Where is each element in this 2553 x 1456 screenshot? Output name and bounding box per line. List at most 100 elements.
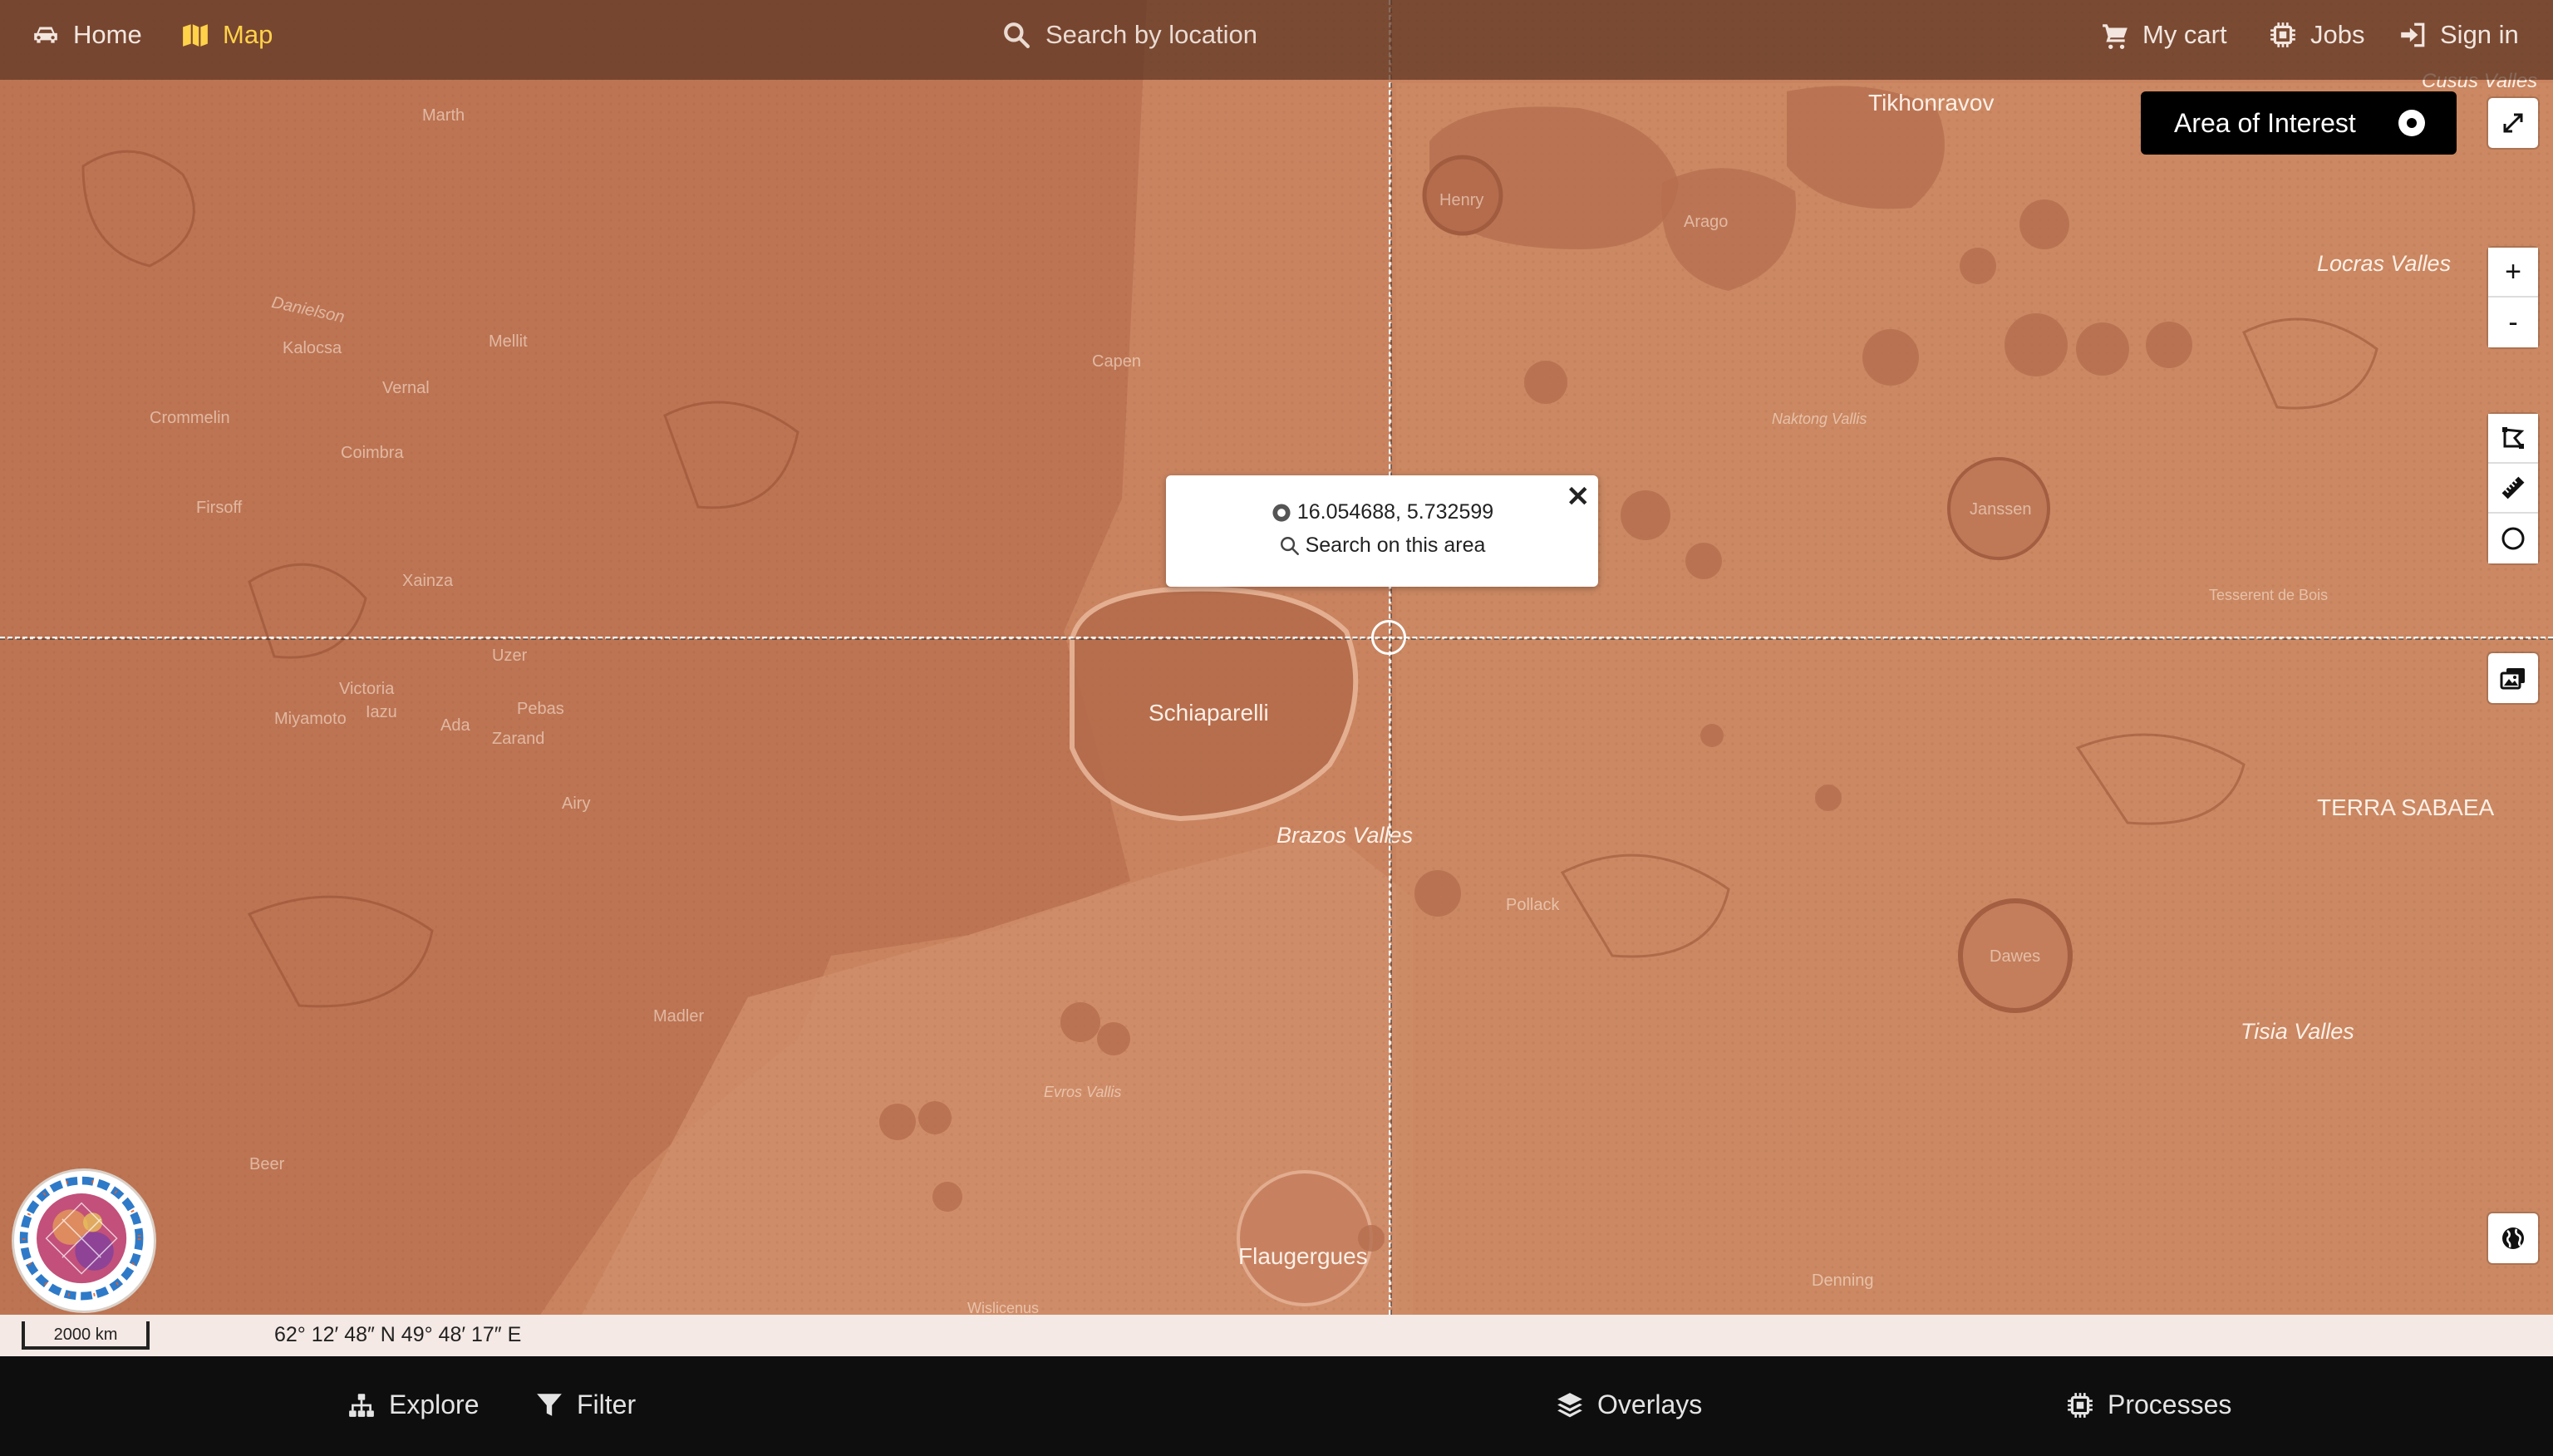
bottom-toolbar: Explore Filter Overlays Processes bbox=[0, 1356, 2553, 1456]
map-label: Zarand bbox=[492, 730, 545, 748]
cart-icon bbox=[2103, 24, 2128, 49]
map-label-locras-valles: Locras Valles bbox=[2317, 251, 2452, 276]
search-area-link[interactable]: Search on this area bbox=[1166, 534, 1598, 558]
measure-button[interactable] bbox=[2488, 464, 2538, 514]
draw-circle-button[interactable] bbox=[2488, 514, 2538, 563]
nav-jobs[interactable]: Jobs bbox=[2269, 20, 2364, 50]
nav-jobs-label: Jobs bbox=[2310, 20, 2365, 49]
car-icon bbox=[34, 27, 57, 43]
map-label: Crommelin bbox=[150, 409, 230, 427]
map-label: Dawes bbox=[1990, 947, 2041, 966]
map-label-schiaparelli: Schiaparelli bbox=[1149, 700, 1269, 726]
map-label: Naktong Vallis bbox=[1772, 411, 1867, 427]
map-label: Marth bbox=[422, 106, 465, 125]
overlays-button[interactable]: Overlays bbox=[1556, 1390, 1702, 1420]
popup-coordinates: 16.054688, 5.732599 bbox=[1296, 500, 1494, 524]
draw-polygon-icon bbox=[2502, 427, 2525, 449]
map-label: Kalocsa bbox=[283, 339, 342, 357]
nav-home[interactable]: Home bbox=[32, 20, 142, 50]
map-label: Mellit bbox=[489, 332, 528, 351]
map-label: Evros Vallis bbox=[1044, 1084, 1122, 1100]
globe-icon bbox=[2502, 1227, 2524, 1249]
nav-cart-label: My cart bbox=[2142, 20, 2227, 49]
surfaces-planetaires-logo bbox=[12, 1168, 156, 1313]
map-label: Denning bbox=[1812, 1272, 1874, 1290]
area-of-interest-label: Area of Interest bbox=[2174, 107, 2356, 138]
basemap-images-button[interactable] bbox=[2488, 653, 2538, 703]
nav-map-label: Map bbox=[223, 20, 273, 49]
chip-icon bbox=[2270, 22, 2295, 47]
search-icon bbox=[1280, 536, 1299, 555]
map-label-brazos-valles: Brazos Valles bbox=[1276, 823, 1414, 848]
terrain-layer bbox=[0, 0, 2553, 1315]
map-label: Coimbra bbox=[341, 444, 404, 462]
map-label: Henry bbox=[1439, 191, 1484, 209]
processes-button[interactable]: Processes bbox=[2066, 1390, 2231, 1420]
draw-polygon-button[interactable] bbox=[2488, 414, 2538, 464]
sign-in-icon bbox=[2401, 22, 2425, 47]
map-label-flaugergues: Flaugergues bbox=[1238, 1243, 1368, 1269]
explore-button[interactable]: Explore bbox=[347, 1390, 480, 1420]
map-label: Victoria bbox=[339, 680, 395, 698]
map-label: Arago bbox=[1684, 213, 1729, 231]
processes-label: Processes bbox=[2108, 1390, 2232, 1419]
map-label-tisia-valles: Tisia Valles bbox=[2241, 1019, 2354, 1044]
filter-label: Filter bbox=[577, 1390, 637, 1419]
nav-cart[interactable]: My cart bbox=[2101, 20, 2227, 50]
crosshair-center bbox=[1371, 620, 1406, 655]
search-area-label: Search on this area bbox=[1305, 534, 1486, 557]
popup-coordinates-row: 16.054688, 5.732599 bbox=[1166, 500, 1598, 524]
crosshair-horizontal bbox=[0, 637, 2553, 640]
map-label: Beer bbox=[249, 1155, 285, 1173]
chip-icon bbox=[2068, 1392, 2093, 1418]
map-label: Uzer bbox=[492, 647, 528, 665]
target-icon bbox=[1272, 503, 1291, 522]
images-icon bbox=[2500, 668, 2525, 690]
search-input[interactable]: Search by location bbox=[1045, 20, 1257, 50]
map-label: Tesserent de Bois bbox=[2209, 587, 2329, 603]
target-dot-icon bbox=[2398, 110, 2425, 136]
sitemap-icon bbox=[349, 1393, 374, 1417]
map-label: Wislicenus bbox=[967, 1300, 1040, 1315]
map-label: Vernal bbox=[382, 379, 430, 397]
search-icon bbox=[1004, 22, 1030, 48]
overlays-label: Overlays bbox=[1597, 1390, 1703, 1419]
map-label: Janssen bbox=[1970, 500, 2032, 519]
filter-icon bbox=[537, 1393, 562, 1416]
area-of-interest-button[interactable]: Area of Interest bbox=[2141, 91, 2457, 155]
map-label-terra-sabaea: TERRA SABAEA bbox=[2317, 794, 2495, 820]
map-status-strip: 2000 km 62° 12′ 48″ N 49° 48′ 17″ E bbox=[0, 1315, 2553, 1356]
nav-home-label: Home bbox=[73, 20, 142, 49]
map-label: Madler bbox=[653, 1007, 705, 1026]
map-label: Miyamoto bbox=[274, 710, 347, 728]
fullscreen-button[interactable] bbox=[2488, 98, 2538, 148]
nav-sign-in[interactable]: Sign in bbox=[2398, 20, 2519, 50]
layers-icon bbox=[1557, 1392, 1582, 1417]
map-label: Ada bbox=[440, 716, 470, 735]
map-label: Pebas bbox=[517, 700, 564, 718]
explore-label: Explore bbox=[389, 1390, 480, 1419]
search-bar[interactable]: Search by location bbox=[1002, 20, 1257, 50]
nav-map[interactable]: Map bbox=[181, 20, 273, 50]
map-label: Pollack bbox=[1506, 896, 1560, 914]
ruler-icon bbox=[2501, 476, 2525, 499]
expand-icon bbox=[2503, 113, 2523, 133]
map-icon bbox=[183, 24, 208, 47]
map-label: Iazu bbox=[366, 703, 397, 721]
filter-button[interactable]: Filter bbox=[535, 1390, 636, 1420]
top-navigation-bar: Home Map Search by location My cart Jobs… bbox=[0, 0, 2553, 80]
globe-view-button[interactable] bbox=[2488, 1213, 2538, 1263]
location-popup: ✕ 16.054688, 5.732599 Search on this are… bbox=[1166, 475, 1598, 587]
cursor-coordinates: 62° 12′ 48″ N 49° 48′ 17″ E bbox=[274, 1323, 522, 1346]
map-label: Capen bbox=[1092, 352, 1141, 371]
nav-sign-in-label: Sign in bbox=[2440, 20, 2519, 49]
map-canvas[interactable]: Tikhonravov Schiaparelli Flaugergues TER… bbox=[0, 0, 2553, 1315]
draw-tools bbox=[2488, 414, 2538, 563]
zoom-in-button[interactable]: + bbox=[2488, 248, 2538, 298]
zoom-out-button[interactable]: - bbox=[2488, 298, 2538, 347]
zoom-controls: + - bbox=[2488, 248, 2538, 347]
circle-icon bbox=[2501, 527, 2525, 550]
map-label: Xainza bbox=[402, 572, 454, 590]
map-label-tikhonravov: Tikhonravov bbox=[1868, 90, 1995, 116]
crosshair-vertical bbox=[1389, 0, 1392, 1315]
